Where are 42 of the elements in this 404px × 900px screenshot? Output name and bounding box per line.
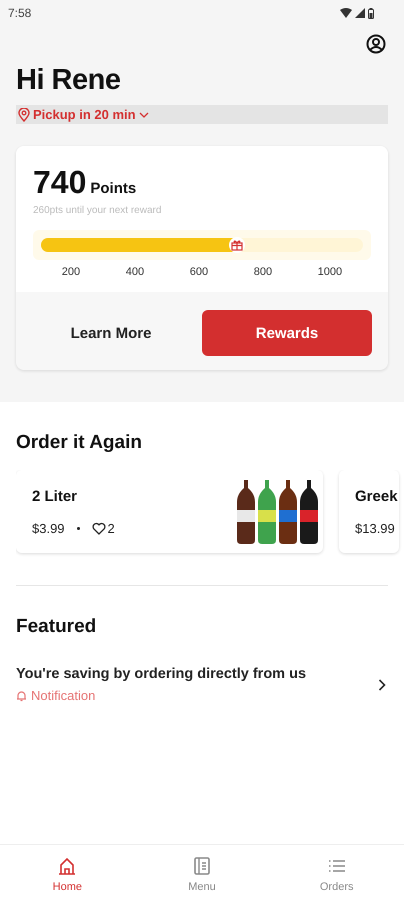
scale-label: 800 [254, 266, 272, 278]
points-value: 740 [33, 164, 86, 201]
section-title: Order it Again [16, 432, 143, 454]
learn-more-button[interactable]: Learn More [26, 310, 196, 356]
notification-label: Notification [31, 688, 96, 703]
product-card[interactable]: Greek $13.99 [339, 470, 399, 553]
bell-icon [16, 690, 27, 702]
signal-icon [355, 8, 365, 18]
pickup-selector[interactable]: Pickup in 20 min [16, 105, 388, 124]
scale-label: 600 [190, 266, 208, 278]
points-label: Points [90, 180, 136, 197]
product-card[interactable]: 2 Liter $3.99 2 [16, 470, 323, 553]
scale-label: 200 [62, 266, 80, 278]
wifi-icon [340, 8, 352, 18]
section-title: Featured [16, 616, 98, 638]
featured-title: You're saving by ordering directly from us [16, 666, 306, 682]
like-count: 2 [108, 520, 115, 536]
nav-tab[interactable]: Orders [269, 845, 404, 900]
product-price: $3.99 [32, 520, 65, 536]
account-icon [366, 34, 386, 54]
product-price: $13.99 [355, 520, 395, 536]
battery-icon [368, 8, 374, 18]
heart-icon [92, 522, 106, 534]
home-icon [57, 856, 78, 876]
location-pin-icon [18, 108, 30, 122]
scale-label: 400 [126, 266, 144, 278]
gift-icon [230, 239, 243, 251]
chevron-down-icon [138, 112, 149, 118]
profile-button[interactable] [365, 33, 387, 55]
nav-tab[interactable]: Menu [134, 845, 270, 900]
reward-subtitle: 260pts until your next reward [33, 205, 162, 216]
product-name: Greek [355, 488, 398, 504]
product-name: 2 Liter [32, 488, 78, 504]
rewards-button[interactable]: Rewards [202, 310, 372, 356]
status-time: 7:58 [8, 6, 32, 20]
separator-dot [76, 526, 80, 530]
featured-item[interactable]: You're saving by ordering directly from us Notification [16, 666, 388, 703]
chevron-right-icon [378, 678, 386, 690]
greeting-title: Hi Rene [16, 64, 122, 97]
scale-label: 1000 [318, 266, 342, 278]
nav-tab[interactable]: Home [0, 845, 135, 900]
menu-book-icon [192, 856, 212, 876]
